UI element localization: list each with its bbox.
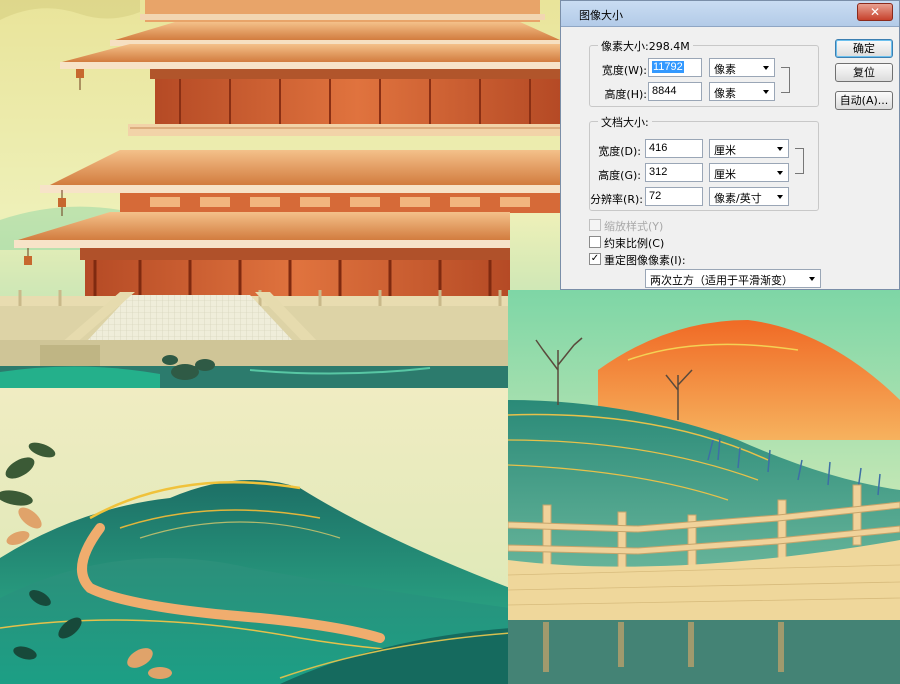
- pixel-height-label: 高度(H):: [604, 88, 647, 101]
- dialog-titlebar[interactable]: 图像大小 ✕: [561, 1, 899, 27]
- pixel-width-unit-select[interactable]: 像素: [709, 58, 775, 77]
- constrain-proportions-label: 约束比例(C): [604, 237, 665, 250]
- image-size-dialog: 图像大小 ✕ 像素大小:298.4M 宽度(W): 11792 像素 高度(H)…: [560, 0, 900, 290]
- doc-height-unit-select[interactable]: 厘米: [709, 163, 789, 182]
- pixel-link-bracket: [781, 67, 790, 93]
- resolution-input[interactable]: 72: [645, 187, 703, 206]
- scale-styles-checkbox[interactable]: [589, 219, 601, 231]
- resample-image-checkbox[interactable]: ✓: [589, 253, 601, 265]
- doc-width-input[interactable]: 416: [645, 139, 703, 158]
- ok-button[interactable]: 确定: [835, 39, 893, 58]
- doc-width-unit-select[interactable]: 厘米: [709, 139, 789, 158]
- reset-button[interactable]: 复位: [835, 63, 893, 82]
- doc-width-label: 宽度(D):: [598, 145, 641, 158]
- doc-link-bracket: [795, 148, 804, 174]
- resolution-unit-select[interactable]: 像素/英寸: [709, 187, 789, 206]
- pixel-width-label: 宽度(W):: [601, 64, 647, 77]
- doc-height-label: 高度(G):: [598, 169, 641, 182]
- pixel-dimensions-label: 像素大小:298.4M: [598, 38, 693, 54]
- doc-height-input[interactable]: 312: [645, 163, 703, 182]
- pagoda-illustration: [0, 0, 560, 390]
- hill-illustration-right: [508, 290, 900, 684]
- close-icon[interactable]: ✕: [857, 3, 893, 21]
- document-size-label: 文档大小:: [598, 114, 652, 130]
- pixel-height-unit-select[interactable]: 像素: [709, 82, 775, 101]
- dialog-title: 图像大小: [579, 9, 623, 22]
- pixel-width-input[interactable]: 11792: [648, 58, 702, 77]
- constrain-proportions-checkbox[interactable]: [589, 236, 601, 248]
- auto-button[interactable]: 自动(A)...: [835, 91, 893, 110]
- resample-image-label: 重定图像像素(I):: [604, 254, 686, 267]
- pixel-height-input[interactable]: 8844: [648, 82, 702, 101]
- hill-illustration-left: [0, 388, 510, 684]
- resample-method-select[interactable]: 两次立方（适用于平滑渐变）: [645, 269, 821, 288]
- resolution-label: 分辨率(R):: [590, 193, 643, 206]
- scale-styles-label: 缩放样式(Y): [604, 220, 664, 233]
